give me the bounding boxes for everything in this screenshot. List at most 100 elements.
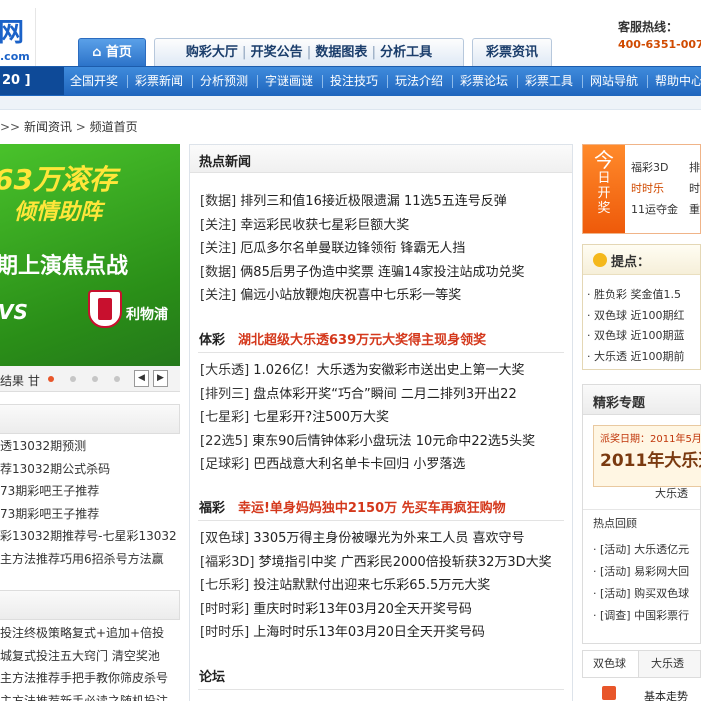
tab-data-charts[interactable]: 数据图表 [315, 45, 367, 60]
breadcrumb-news[interactable]: 新闻资讯 [24, 120, 72, 134]
tip-text[interactable]: 近100期蓝 [631, 329, 685, 342]
news-item[interactable]: [时时乐] 上海时时乐13年03月20日全天开奖号码 [200, 621, 485, 645]
nav-forum[interactable]: 彩票论坛 [460, 67, 508, 95]
tip-category: 大乐透 [594, 349, 627, 363]
nav-game-rules[interactable]: 玩法介绍 [395, 67, 443, 95]
news-text[interactable]: 東东90后情钟体彩小盘玩法 10元命中22选5头奖 [252, 434, 535, 449]
tip-item[interactable]: · 大乐透 近100期前 [587, 347, 685, 368]
news-item[interactable]: [22选5] 東东90后情钟体彩小盘玩法 10元命中22选5头奖 [200, 430, 535, 454]
news-category: [关注] [200, 217, 237, 233]
basic-trend-label[interactable]: 基本走势 [644, 688, 688, 701]
news-item[interactable]: [数据] 俩85后男子伪造中奖票 连骗14家投注站成功兑奖 [200, 261, 525, 285]
welfare-headline[interactable]: 幸运!单身妈妈独中2150万 先买车再疯狂购物 [238, 497, 506, 516]
tab-home[interactable]: ⌂ 首页 [78, 38, 146, 66]
nav-help[interactable]: 帮助中心 [655, 67, 701, 95]
site-header: 网 .com ⌂ 首页 购彩大厅 | 开奖公告 | 数据图表 | 分析工具 彩票资讯 客服热… [0, 0, 701, 66]
sports-headline[interactable]: 湖北超级大乐透639万元大奖得主现身领奖 [238, 329, 486, 348]
carousel-dot[interactable] [48, 376, 54, 382]
news-text[interactable]: 3305万得主身份被曝光为外来工人员 喜欢守号 [253, 531, 524, 546]
carousel-dot[interactable] [92, 376, 98, 382]
list-item[interactable]: 荐13032期公式杀码 [0, 458, 180, 481]
tip-text[interactable]: 近100期前 [631, 350, 685, 363]
list-item[interactable]: 73期彩吧王子推荐 [0, 480, 180, 503]
review-item[interactable]: · [活动] 购买双色球 [593, 583, 689, 605]
nav-riddles[interactable]: 字谜画谜 [265, 67, 313, 95]
review-text[interactable]: 易彩网大回 [634, 565, 689, 578]
news-item[interactable]: [时时彩] 重庆时时彩13年03月20全天开奖号码 [200, 598, 472, 622]
news-text[interactable]: 1.026亿！大乐透为安徽彩市送出史上第一大奖 [253, 363, 524, 378]
review-text[interactable]: 购买双色球 [634, 587, 689, 600]
news-item[interactable]: [关注] 幸运彩民收获七星彩巨额大奖 [200, 214, 409, 238]
news-text[interactable]: 幸运彩民收获七星彩巨额大奖 [240, 218, 409, 233]
news-item[interactable]: [关注] 偏远小站放鞭炮庆祝喜中七乐彩一等奖 [200, 284, 461, 308]
promo-caption[interactable]: 大乐透 [655, 485, 688, 501]
tip-item[interactable]: · 胜负彩 奖金值1.5 [587, 285, 681, 306]
news-text[interactable]: 盘点体彩开奖“巧合”瞬间 二月二排列3开出22 [253, 387, 516, 402]
news-item[interactable]: [福彩3D] 梦境指引中奖 广西彩民2000倍投斩获32万3D大奖 [200, 551, 552, 575]
today-draw-name[interactable]: 排 [689, 159, 700, 175]
news-item[interactable]: [双色球] 3305万得主身份被曝光为外来工人员 喜欢守号 [200, 527, 525, 551]
news-item[interactable]: [足球彩] 巴西战意大利名单卡卡回归 小罗落选 [200, 453, 465, 477]
review-text[interactable]: 中国彩票行 [634, 609, 689, 622]
tab-ssq[interactable]: 双色球 [583, 651, 639, 677]
tab-analysis-tools[interactable]: 分析工具 [380, 45, 432, 60]
nav-site-map[interactable]: 网站导航 [590, 67, 638, 95]
prev-arrow-icon[interactable]: ◀ [134, 370, 149, 387]
tip-item[interactable]: · 双色球 近100期红 [587, 306, 685, 327]
news-item[interactable]: [大乐透] 1.026亿！大乐透为安徽彩市送出史上第一大奖 [200, 359, 525, 383]
list-item[interactable]: 透13032期预测 [0, 435, 180, 458]
news-text[interactable]: 梦境指引中奖 广西彩民2000倍投斩获32万3D大奖 [259, 555, 552, 570]
today-draw-name[interactable]: 重 [689, 201, 700, 217]
today-draw-name[interactable]: 时时乐 [631, 180, 664, 196]
promo-date: 派奖日期：2011年5月 [600, 434, 701, 445]
tip-text[interactable]: 奖金值1.5 [631, 288, 682, 301]
today-draw-name[interactable]: 时 [689, 180, 700, 196]
news-text[interactable]: 七星彩开?注500万大奖 [253, 410, 389, 425]
tab-divider: | [241, 45, 247, 60]
site-logo[interactable]: 网 .com [0, 8, 36, 66]
tip-text[interactable]: 近100期红 [631, 309, 685, 322]
list-item[interactable]: 主方法推荐新手必读之随机投注 [0, 690, 180, 701]
review-text[interactable]: 大乐透亿元 [634, 543, 689, 556]
news-item[interactable]: [七星彩] 七星彩开?注500万大奖 [200, 406, 389, 430]
today-draw-name[interactable]: 11运夺金 [631, 201, 678, 217]
next-arrow-icon[interactable]: ▶ [153, 370, 168, 387]
nav-predictions[interactable]: 分析预测 [200, 67, 248, 95]
list-item[interactable]: 主方法推荐巧用6招杀号方法赢 [0, 548, 180, 571]
news-text[interactable]: 排列三和值16接近极限遗漏 11选5五连号反弹 [240, 194, 507, 209]
carousel-dot[interactable] [114, 376, 120, 382]
review-item[interactable]: · [活动] 易彩网大回 [593, 561, 689, 583]
news-text[interactable]: 重庆时时彩13年03月20全天开奖号码 [253, 602, 472, 617]
news-text[interactable]: 投注站默默付出迎来七乐彩65.5万元大奖 [253, 578, 490, 593]
list-item[interactable]: 城复式投注五大窍门 清空奖池 [0, 645, 180, 668]
news-text[interactable]: 偏远小站放鞭炮庆祝喜中七乐彩一等奖 [240, 288, 461, 303]
news-text[interactable]: 巴西战意大利名单卡卡回归 小罗落选 [253, 457, 465, 472]
review-item[interactable]: · [调查] 中国彩票行 [593, 605, 689, 627]
nav-national-draws[interactable]: 全国开奖 [70, 67, 118, 95]
special-promo-banner[interactable]: 派奖日期：2011年5月 2011年大乐透 [593, 425, 701, 487]
list-item[interactable]: 投注终极策略复式+追加+倍投 [0, 622, 180, 645]
nav-lottery-news[interactable]: 彩票新闻 [135, 67, 183, 95]
list-item[interactable]: 彩13032期推荐号-七星彩13032 [0, 525, 180, 548]
today-draw-name[interactable]: 福彩3D [631, 159, 668, 175]
news-text[interactable]: 俩85后男子伪造中奖票 连骗14家投注站成功兑奖 [240, 265, 524, 280]
news-item[interactable]: [排列三] 盘点体彩开奖“巧合”瞬间 二月二排列3开出22 [200, 383, 517, 407]
list-item[interactable]: 73期彩吧王子推荐 [0, 503, 180, 526]
news-item[interactable]: [数据] 排列三和值16接近极限遗漏 11选5五连号反弹 [200, 190, 507, 214]
news-text[interactable]: 厄瓜多尔名单曼联边锋领衔 锋霸无人挡 [240, 241, 465, 256]
list-item[interactable]: 主方法推荐手把手教你筛皮杀号 [0, 667, 180, 690]
news-text[interactable]: 上海时时乐13年03月20日全天开奖号码 [253, 625, 485, 640]
nav-betting-tips[interactable]: 投注技巧 [330, 67, 378, 95]
carousel-dot[interactable] [70, 376, 76, 382]
tip-item[interactable]: · 双色球 近100期蓝 [587, 326, 685, 347]
tab-draw-results[interactable]: 开奖公告 [251, 45, 303, 60]
tab-dlt[interactable]: 大乐透 [645, 651, 701, 677]
tab-lottery-hall[interactable]: 购彩大厅 [186, 45, 238, 60]
news-item[interactable]: [关注] 厄瓜多尔名单曼联边锋领衔 锋霸无人挡 [200, 237, 465, 261]
tab-lottery-news[interactable]: 彩票资讯 [472, 38, 552, 66]
promo-banner[interactable]: 63万滚存 倾情助阵 期上演焦点战 VS 利物浦 [0, 144, 180, 366]
sports-lottery-label: 体彩 [199, 333, 226, 348]
review-item[interactable]: · [活动] 大乐透亿元 [593, 539, 689, 561]
news-item[interactable]: [七乐彩] 投注站默默付出迎来七乐彩65.5万元大奖 [200, 574, 490, 598]
nav-tools[interactable]: 彩票工具 [525, 67, 573, 95]
